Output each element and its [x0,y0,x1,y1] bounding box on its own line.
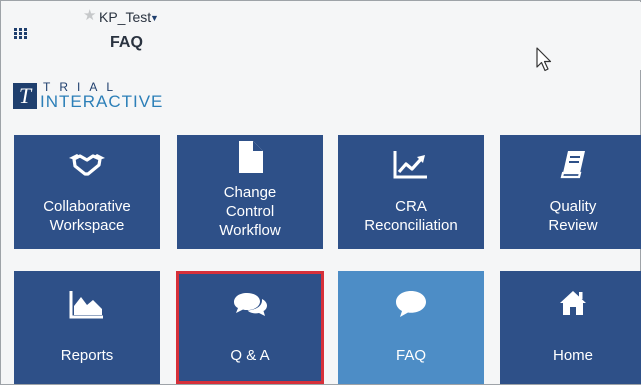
speech-bubble-icon [338,289,484,319]
tile-label: Quality Review [548,198,598,234]
logo-mark: T [13,83,37,109]
logo-text-interactive: INTERACTIVE [40,92,164,111]
tile-home[interactable]: Home [500,271,641,384]
tile-label: Change Control Workflow [219,184,281,239]
tile-label: Q & A [230,347,270,364]
book-icon [500,149,641,181]
tile-quality-review[interactable]: Quality Review [500,135,641,249]
caret-down-icon[interactable]: ▼ [150,10,159,26]
page-title: FAQ [110,34,143,51]
mouse-cursor-icon [536,47,552,72]
tile-cra-reconciliation[interactable]: CRA Reconciliation [338,135,484,249]
tile-label: Home [552,347,593,364]
tile-label: Collaborative Workspace [43,198,131,234]
project-selector[interactable]: KP_Test [99,9,151,25]
comments-icon [179,289,321,319]
home-icon [500,289,641,319]
header-bar: ★ KP_Test ▼ FAQ [2,2,641,72]
tile-label: FAQ [395,347,426,364]
favorite-star-icon[interactable]: ★ [83,8,96,23]
handshake-icon [14,149,160,181]
apps-grid-icon[interactable] [14,28,28,40]
app-window: ★ KP_Test ▼ FAQ T TRIAL INTERACTIVE Coll… [0,0,641,385]
tile-collaborative-workspace[interactable]: Collaborative Workspace [14,135,160,249]
tile-label: Reports [60,347,114,364]
tile-change-control-workflow[interactable]: Change Control Workflow [177,135,323,249]
document-icon [177,141,323,173]
tile-q-and-a[interactable]: Q & A [176,271,324,384]
line-chart-icon [338,149,484,181]
tile-reports[interactable]: Reports [14,271,160,384]
tile-label: CRA Reconciliation [364,198,458,234]
area-chart-icon [14,289,160,319]
tile-faq[interactable]: FAQ [338,271,484,384]
